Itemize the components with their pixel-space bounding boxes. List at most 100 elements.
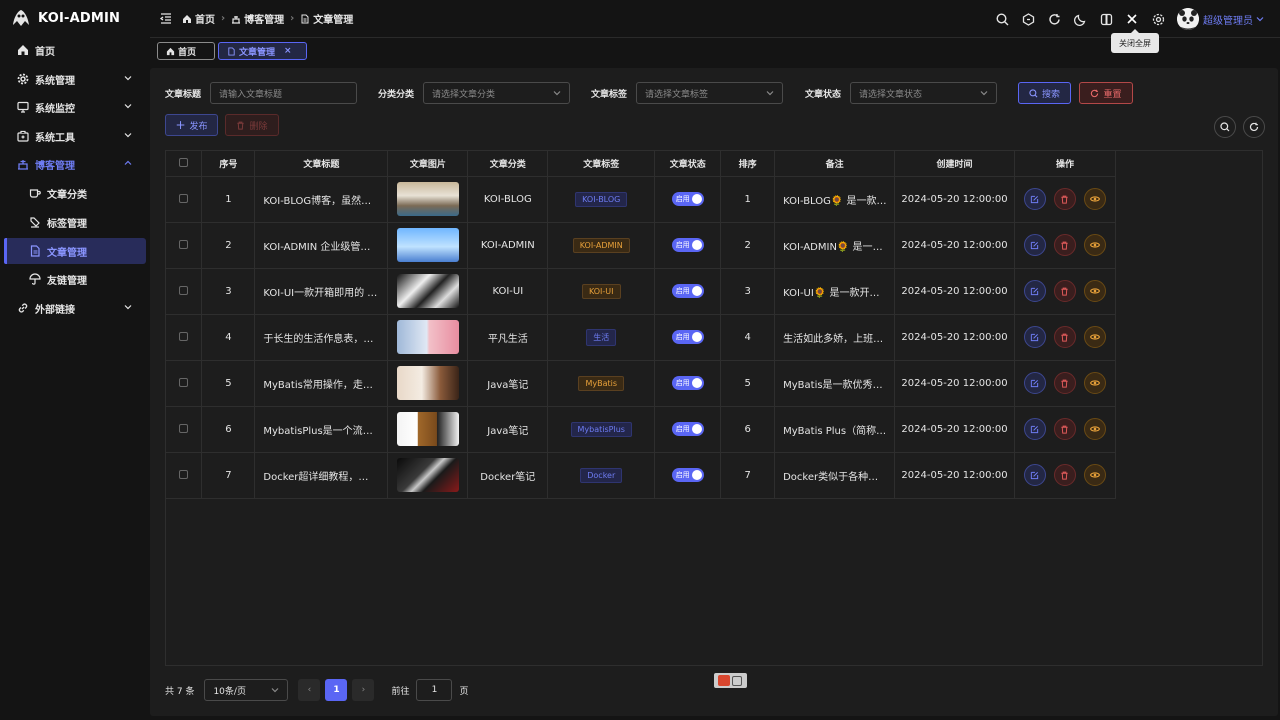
article-image-cell — [387, 268, 469, 315]
edit-button[interactable] — [1023, 418, 1046, 440]
prev-page-button[interactable]: ‹ — [298, 679, 321, 701]
search-icon[interactable] — [989, 6, 1015, 32]
goto-page-input[interactable]: 1 — [416, 679, 453, 701]
collapse-menu-icon[interactable] — [160, 13, 172, 24]
reset-button[interactable]: 重置 — [1079, 82, 1133, 104]
edit-button[interactable] — [1023, 464, 1046, 486]
top-bar: 首页 › 博客管理 › 文章管理 超级管理员 — [150, 0, 1280, 38]
delete-row-button[interactable] — [1053, 464, 1076, 486]
edit-button[interactable] — [1023, 372, 1046, 394]
tag-badge: KOI-ADMIN — [572, 237, 630, 253]
edit-button[interactable] — [1023, 234, 1046, 256]
status-toggle[interactable]: 启用 — [671, 468, 704, 482]
status-select[interactable]: 请选择文章状态 — [850, 82, 997, 104]
row-checkbox[interactable] — [166, 222, 203, 269]
select-all-checkbox[interactable] — [166, 151, 203, 177]
view-button[interactable] — [1083, 280, 1106, 302]
row-checkbox[interactable] — [166, 176, 203, 223]
article-thumbnail[interactable] — [396, 182, 459, 216]
sidebar-item-monitor[interactable]: 系统监控 — [4, 94, 146, 120]
status-toggle[interactable]: 启用 — [671, 192, 704, 206]
article-thumbnail[interactable] — [396, 366, 459, 400]
row-checkbox[interactable] — [166, 314, 203, 361]
edit-button[interactable] — [1023, 188, 1046, 210]
view-button[interactable] — [1083, 188, 1106, 210]
breadcrumb-article[interactable]: 文章管理 — [300, 11, 353, 26]
umbrella-icon — [28, 272, 42, 286]
row-number: 4 — [201, 314, 256, 361]
refresh-icon[interactable] — [1041, 6, 1067, 32]
view-button[interactable] — [1083, 464, 1106, 486]
sidebar-item-home[interactable]: 首页 — [4, 37, 146, 63]
page-number[interactable]: 1 — [325, 679, 348, 701]
column-header: 排序 — [720, 151, 776, 177]
sidebar-item-article-category[interactable]: 文章分类 — [4, 180, 146, 206]
delete-row-button[interactable] — [1053, 372, 1076, 394]
sidebar-item-label: 首页 — [35, 46, 55, 58]
user-menu[interactable]: 超级管理员 — [1203, 12, 1264, 27]
article-thumbnail[interactable] — [396, 228, 459, 262]
view-button[interactable] — [1083, 234, 1106, 256]
status-toggle[interactable]: 启用 — [671, 422, 704, 436]
edit-button[interactable] — [1023, 280, 1046, 302]
article-thumbnail[interactable] — [396, 320, 459, 354]
row-checkbox[interactable] — [166, 360, 203, 407]
delete-row-button[interactable] — [1053, 326, 1076, 348]
delete-row-button[interactable] — [1053, 280, 1076, 302]
publish-button[interactable]: + 发布 — [165, 114, 218, 136]
delete-row-button[interactable] — [1053, 418, 1076, 440]
avatar[interactable] — [1177, 8, 1199, 30]
delete-row-button[interactable] — [1053, 188, 1076, 210]
view-button[interactable] — [1083, 372, 1106, 394]
category-select[interactable]: 请选择文章分类 — [423, 82, 570, 104]
ime-toolbar[interactable] — [714, 673, 747, 688]
article-thumbnail[interactable] — [396, 458, 459, 492]
sidebar-item-external-links[interactable]: 外部链接 — [4, 295, 146, 321]
article-thumbnail[interactable] — [396, 412, 459, 446]
trash-icon — [237, 121, 245, 130]
page-size-select[interactable]: 10条/页 — [204, 679, 289, 701]
close-tab-icon[interactable]: × — [284, 46, 292, 56]
logo[interactable]: KOI-ADMIN — [10, 6, 120, 30]
search-button[interactable]: 搜索 — [1018, 82, 1071, 104]
theme-palette-icon[interactable] — [1015, 6, 1041, 32]
view-button[interactable] — [1083, 418, 1106, 440]
edit-icon — [1031, 425, 1039, 433]
table-header-row: 序号 文章标题 文章图片 文章分类 文章标签 文章状态 排序 备注 创建时间 操… — [166, 151, 1117, 177]
toggle-search-icon[interactable] — [1214, 116, 1236, 138]
chevron-down-icon — [1256, 17, 1264, 22]
status-toggle[interactable]: 启用 — [671, 284, 704, 298]
view-button[interactable] — [1083, 326, 1106, 348]
row-checkbox[interactable] — [166, 452, 203, 499]
delete-button[interactable]: 删除 — [225, 114, 279, 136]
sort-order: 6 — [720, 406, 776, 453]
dark-mode-icon[interactable] — [1067, 6, 1093, 32]
article-thumbnail[interactable] — [396, 274, 459, 308]
sidebar-item-friend-links[interactable]: 友链管理 — [4, 266, 146, 292]
filter-status-label: 文章状态 — [805, 90, 842, 100]
sidebar-item-tools[interactable]: 系统工具 — [4, 123, 146, 149]
title-input[interactable]: 请输入文章标题 — [210, 82, 357, 104]
row-checkbox[interactable] — [166, 406, 203, 453]
edit-button[interactable] — [1023, 326, 1046, 348]
sidebar-item-blog[interactable]: 博客管理 — [4, 151, 146, 177]
breadcrumb-blog[interactable]: 博客管理 — [231, 11, 284, 26]
layout-icon[interactable] — [1093, 6, 1119, 32]
delete-row-button[interactable] — [1053, 234, 1076, 256]
breadcrumb-home[interactable]: 首页 — [182, 11, 215, 26]
tab-article-management[interactable]: 文章管理 × — [218, 42, 307, 60]
next-page-button[interactable]: › — [352, 679, 375, 701]
status-toggle[interactable]: 启用 — [671, 376, 704, 390]
trash-icon — [1061, 425, 1069, 434]
row-checkbox[interactable] — [166, 268, 203, 315]
refresh-table-icon[interactable] — [1243, 116, 1265, 138]
settings-gear-icon[interactable] — [1145, 6, 1171, 32]
tab-home[interactable]: 首页 — [157, 42, 215, 60]
status-toggle[interactable]: 启用 — [671, 330, 704, 344]
article-status-cell: 启用 — [654, 452, 722, 499]
tag-select[interactable]: 请选择文章标签 — [636, 82, 783, 104]
sidebar-item-system[interactable]: 系统管理 — [4, 66, 146, 92]
sidebar-item-tag-management[interactable]: 标签管理 — [4, 209, 146, 235]
sidebar-item-article-management[interactable]: 文章管理 — [4, 238, 146, 264]
status-toggle[interactable]: 启用 — [671, 238, 704, 252]
